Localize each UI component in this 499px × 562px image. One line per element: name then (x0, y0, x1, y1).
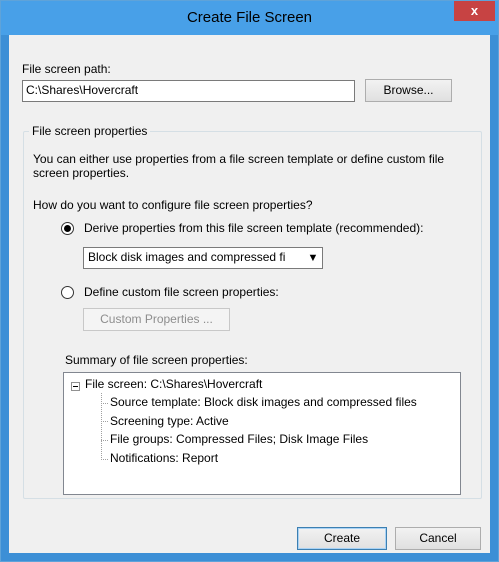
title-bar[interactable]: Create File Screen x (1, 1, 498, 35)
template-select[interactable]: Block disk images and compressed fi ▼ (83, 247, 323, 269)
derive-from-template-label[interactable]: Derive properties from this file screen … (84, 221, 423, 235)
dialog-title: Create File Screen (186, 9, 313, 26)
define-custom-radio[interactable] (61, 286, 74, 299)
tree-item-notifications[interactable]: Notifications: Report (110, 451, 218, 465)
template-select-value: Block disk images and compressed fi (88, 250, 286, 264)
collapse-icon[interactable] (71, 382, 80, 391)
file-screen-path-label: File screen path: (22, 62, 111, 76)
summary-tree[interactable]: File screen: C:\Shares\Hovercraft Source… (63, 372, 461, 495)
dialog-body: File screen path: C:\Shares\Hovercraft B… (9, 35, 490, 553)
file-screen-properties-legend: File screen properties (29, 124, 151, 138)
derive-from-template-radio[interactable] (61, 222, 74, 235)
file-screen-path-input[interactable]: C:\Shares\Hovercraft (22, 80, 355, 102)
create-button[interactable]: Create (297, 527, 387, 550)
tree-connector-line (101, 421, 108, 422)
close-button[interactable]: x (454, 1, 495, 21)
configure-question: How do you want to configure file screen… (33, 198, 313, 212)
tree-item-screening-type[interactable]: Screening type: Active (110, 414, 229, 428)
radio-selected-dot (64, 225, 71, 232)
properties-description: You can either use properties from a fil… (33, 152, 445, 180)
tree-connector-line (101, 440, 108, 441)
chevron-down-icon: ▼ (307, 252, 319, 264)
summary-label: Summary of file screen properties: (65, 353, 248, 367)
create-file-screen-dialog: Create File Screen x File screen path: C… (0, 0, 499, 562)
custom-properties-button[interactable]: Custom Properties ... (83, 308, 230, 331)
tree-item-file-groups[interactable]: File groups: Compressed Files; Disk Imag… (110, 432, 368, 446)
tree-root-item[interactable]: File screen: C:\Shares\Hovercraft (85, 377, 262, 391)
browse-button[interactable]: Browse... (365, 79, 452, 102)
cancel-button[interactable]: Cancel (395, 527, 481, 550)
tree-connector-line (101, 459, 108, 460)
tree-connector-line (101, 403, 108, 404)
tree-item-source-template[interactable]: Source template: Block disk images and c… (110, 395, 417, 409)
define-custom-label[interactable]: Define custom file screen properties: (84, 285, 279, 299)
